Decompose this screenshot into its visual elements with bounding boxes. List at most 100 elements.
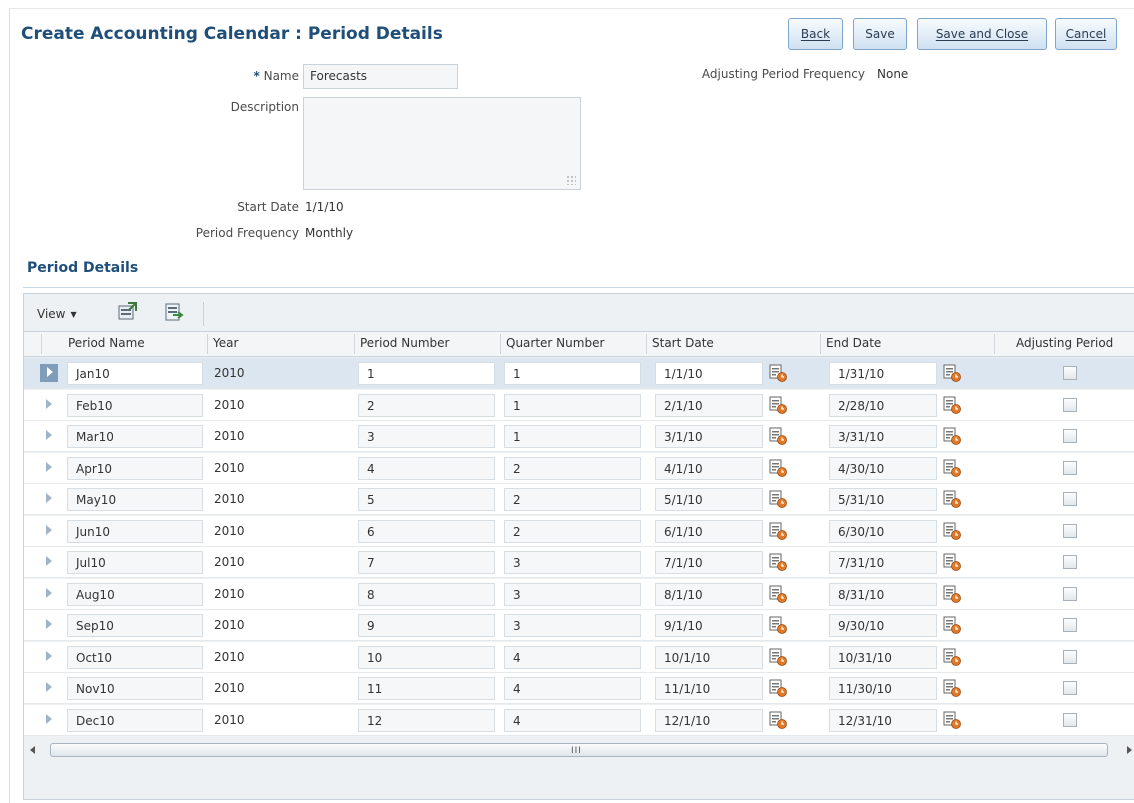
calendar-icon[interactable]: [942, 584, 962, 604]
calendar-icon[interactable]: [768, 584, 788, 604]
expand-row-icon[interactable]: [46, 650, 52, 661]
adjusting-period-checkbox[interactable]: [1063, 618, 1077, 632]
expand-row-icon[interactable]: [46, 556, 52, 566]
quarter-number-field[interactable]: 3: [504, 582, 641, 606]
start-date-field[interactable]: 3/1/10: [655, 425, 763, 448]
quarter-number-field[interactable]: 3: [504, 551, 641, 574]
end-date-field[interactable]: 6/30/10: [829, 519, 937, 543]
calendar-icon[interactable]: [768, 521, 788, 541]
period-number-field[interactable]: 11: [358, 677, 495, 700]
period-number-field[interactable]: 2: [358, 393, 495, 417]
adjusting-period-checkbox[interactable]: [1063, 492, 1077, 506]
expand-row-icon[interactable]: [46, 398, 52, 409]
start-date-field[interactable]: 12/1/10: [655, 708, 763, 732]
adjusting-period-checkbox[interactable]: [1063, 712, 1077, 727]
table-row[interactable]: Jan10 2010 1 1 1/1/10 1/31/10: [24, 358, 1134, 389]
scrollbar-thumb[interactable]: III: [50, 743, 1108, 757]
end-date-field[interactable]: 3/31/10: [829, 425, 937, 448]
table-row[interactable]: Aug10 2010 8 3 8/1/10 8/31/10: [24, 578, 1134, 610]
expand-row-icon[interactable]: [46, 430, 52, 440]
period-number-field[interactable]: 4: [358, 456, 495, 480]
calendar-icon[interactable]: [768, 647, 788, 667]
adjusting-period-checkbox[interactable]: [1063, 681, 1077, 695]
expand-row-icon[interactable]: [46, 493, 52, 503]
column-header-start-date[interactable]: Start Date: [652, 331, 714, 357]
adjusting-period-checkbox[interactable]: [1063, 429, 1077, 443]
table-row[interactable]: Oct10 2010 10 4 10/1/10 10/31/10: [24, 641, 1134, 673]
adjusting-period-checkbox[interactable]: [1063, 366, 1077, 380]
quarter-number-field[interactable]: 2: [504, 519, 641, 543]
calendar-icon[interactable]: [768, 363, 788, 383]
table-row[interactable]: Sep10 2010 9 3 9/1/10 9/30/10: [24, 610, 1134, 641]
end-date-field[interactable]: 2/28/10: [829, 393, 937, 417]
expand-row-icon[interactable]: [46, 619, 52, 629]
end-date-field[interactable]: 11/30/10: [829, 677, 937, 700]
scroll-right-icon[interactable]: [1127, 746, 1132, 754]
calendar-icon[interactable]: [768, 458, 788, 478]
view-menu[interactable]: View ▼: [37, 307, 77, 321]
adjusting-period-checkbox[interactable]: [1063, 555, 1077, 569]
period-name-field[interactable]: Dec10: [67, 708, 203, 732]
quarter-number-field[interactable]: 2: [504, 456, 641, 480]
period-name-field[interactable]: Sep10: [67, 614, 203, 637]
period-number-field[interactable]: 6: [358, 519, 495, 543]
save-button[interactable]: Save: [853, 18, 907, 50]
table-row[interactable]: Dec10 2010 12 4 12/1/10 12/31/10: [24, 704, 1134, 736]
expand-row-icon[interactable]: [46, 461, 52, 472]
calendar-icon[interactable]: [942, 395, 962, 415]
expand-row-icon[interactable]: [46, 587, 52, 598]
expand-row-icon[interactable]: [47, 367, 53, 377]
end-date-field[interactable]: 10/31/10: [829, 645, 937, 669]
back-button[interactable]: Back: [788, 18, 843, 50]
end-date-field[interactable]: 4/30/10: [829, 456, 937, 480]
expand-row-icon[interactable]: [46, 682, 52, 692]
end-date-field[interactable]: 9/30/10: [829, 614, 937, 637]
period-number-field[interactable]: 7: [358, 551, 495, 574]
period-name-field[interactable]: May10: [67, 488, 203, 511]
calendar-icon[interactable]: [768, 678, 788, 698]
column-header-quarter-number[interactable]: Quarter Number: [506, 331, 604, 357]
start-date-field[interactable]: 5/1/10: [655, 488, 763, 511]
period-name-field[interactable]: Feb10: [67, 393, 203, 417]
period-number-field[interactable]: 9: [358, 614, 495, 637]
period-number-field[interactable]: 5: [358, 488, 495, 511]
export-icon[interactable]: [116, 301, 138, 323]
quarter-number-field[interactable]: 1: [504, 362, 641, 385]
cancel-button[interactable]: Cancel: [1055, 18, 1117, 50]
adjusting-period-checkbox[interactable]: [1063, 523, 1077, 538]
quarter-number-field[interactable]: 3: [504, 614, 641, 637]
adjusting-period-checkbox[interactable]: [1063, 586, 1077, 601]
start-date-field[interactable]: 9/1/10: [655, 614, 763, 637]
column-header-adjusting-period[interactable]: Adjusting Period: [1016, 331, 1113, 357]
table-row[interactable]: May10 2010 5 2 5/1/10 5/31/10: [24, 484, 1134, 515]
period-name-field[interactable]: Aug10: [67, 582, 203, 606]
period-number-field[interactable]: 10: [358, 645, 495, 669]
period-number-field[interactable]: 12: [358, 708, 495, 732]
adjusting-period-checkbox[interactable]: [1063, 397, 1077, 412]
table-row[interactable]: Feb10 2010 2 1 2/1/10 2/28/10: [24, 389, 1134, 421]
start-date-field[interactable]: 11/1/10: [655, 677, 763, 700]
description-field[interactable]: [303, 97, 581, 190]
calendar-icon[interactable]: [942, 710, 962, 730]
quarter-number-field[interactable]: 1: [504, 425, 641, 448]
detach-icon[interactable]: [163, 301, 185, 323]
calendar-icon[interactable]: [768, 615, 788, 635]
start-date-field[interactable]: 6/1/10: [655, 519, 763, 543]
name-field[interactable]: Forecasts: [303, 64, 458, 89]
column-header-year[interactable]: Year: [213, 331, 238, 357]
expand-row-icon[interactable]: [46, 524, 52, 535]
table-row[interactable]: Nov10 2010 11 4 11/1/10 11/30/10: [24, 673, 1134, 704]
table-row[interactable]: Apr10 2010 4 2 4/1/10 4/30/10: [24, 452, 1134, 484]
calendar-icon[interactable]: [942, 552, 962, 572]
period-name-field[interactable]: Mar10: [67, 425, 203, 448]
calendar-icon[interactable]: [768, 426, 788, 446]
column-header-end-date[interactable]: End Date: [826, 331, 881, 357]
end-date-field[interactable]: 8/31/10: [829, 582, 937, 606]
column-header-period-name[interactable]: Period Name: [68, 331, 145, 357]
period-name-field[interactable]: Nov10: [67, 677, 203, 700]
adjusting-period-checkbox[interactable]: [1063, 460, 1077, 475]
calendar-icon[interactable]: [942, 647, 962, 667]
resize-grip-icon[interactable]: [566, 175, 576, 185]
calendar-icon[interactable]: [768, 710, 788, 730]
scroll-left-icon[interactable]: [30, 746, 35, 754]
